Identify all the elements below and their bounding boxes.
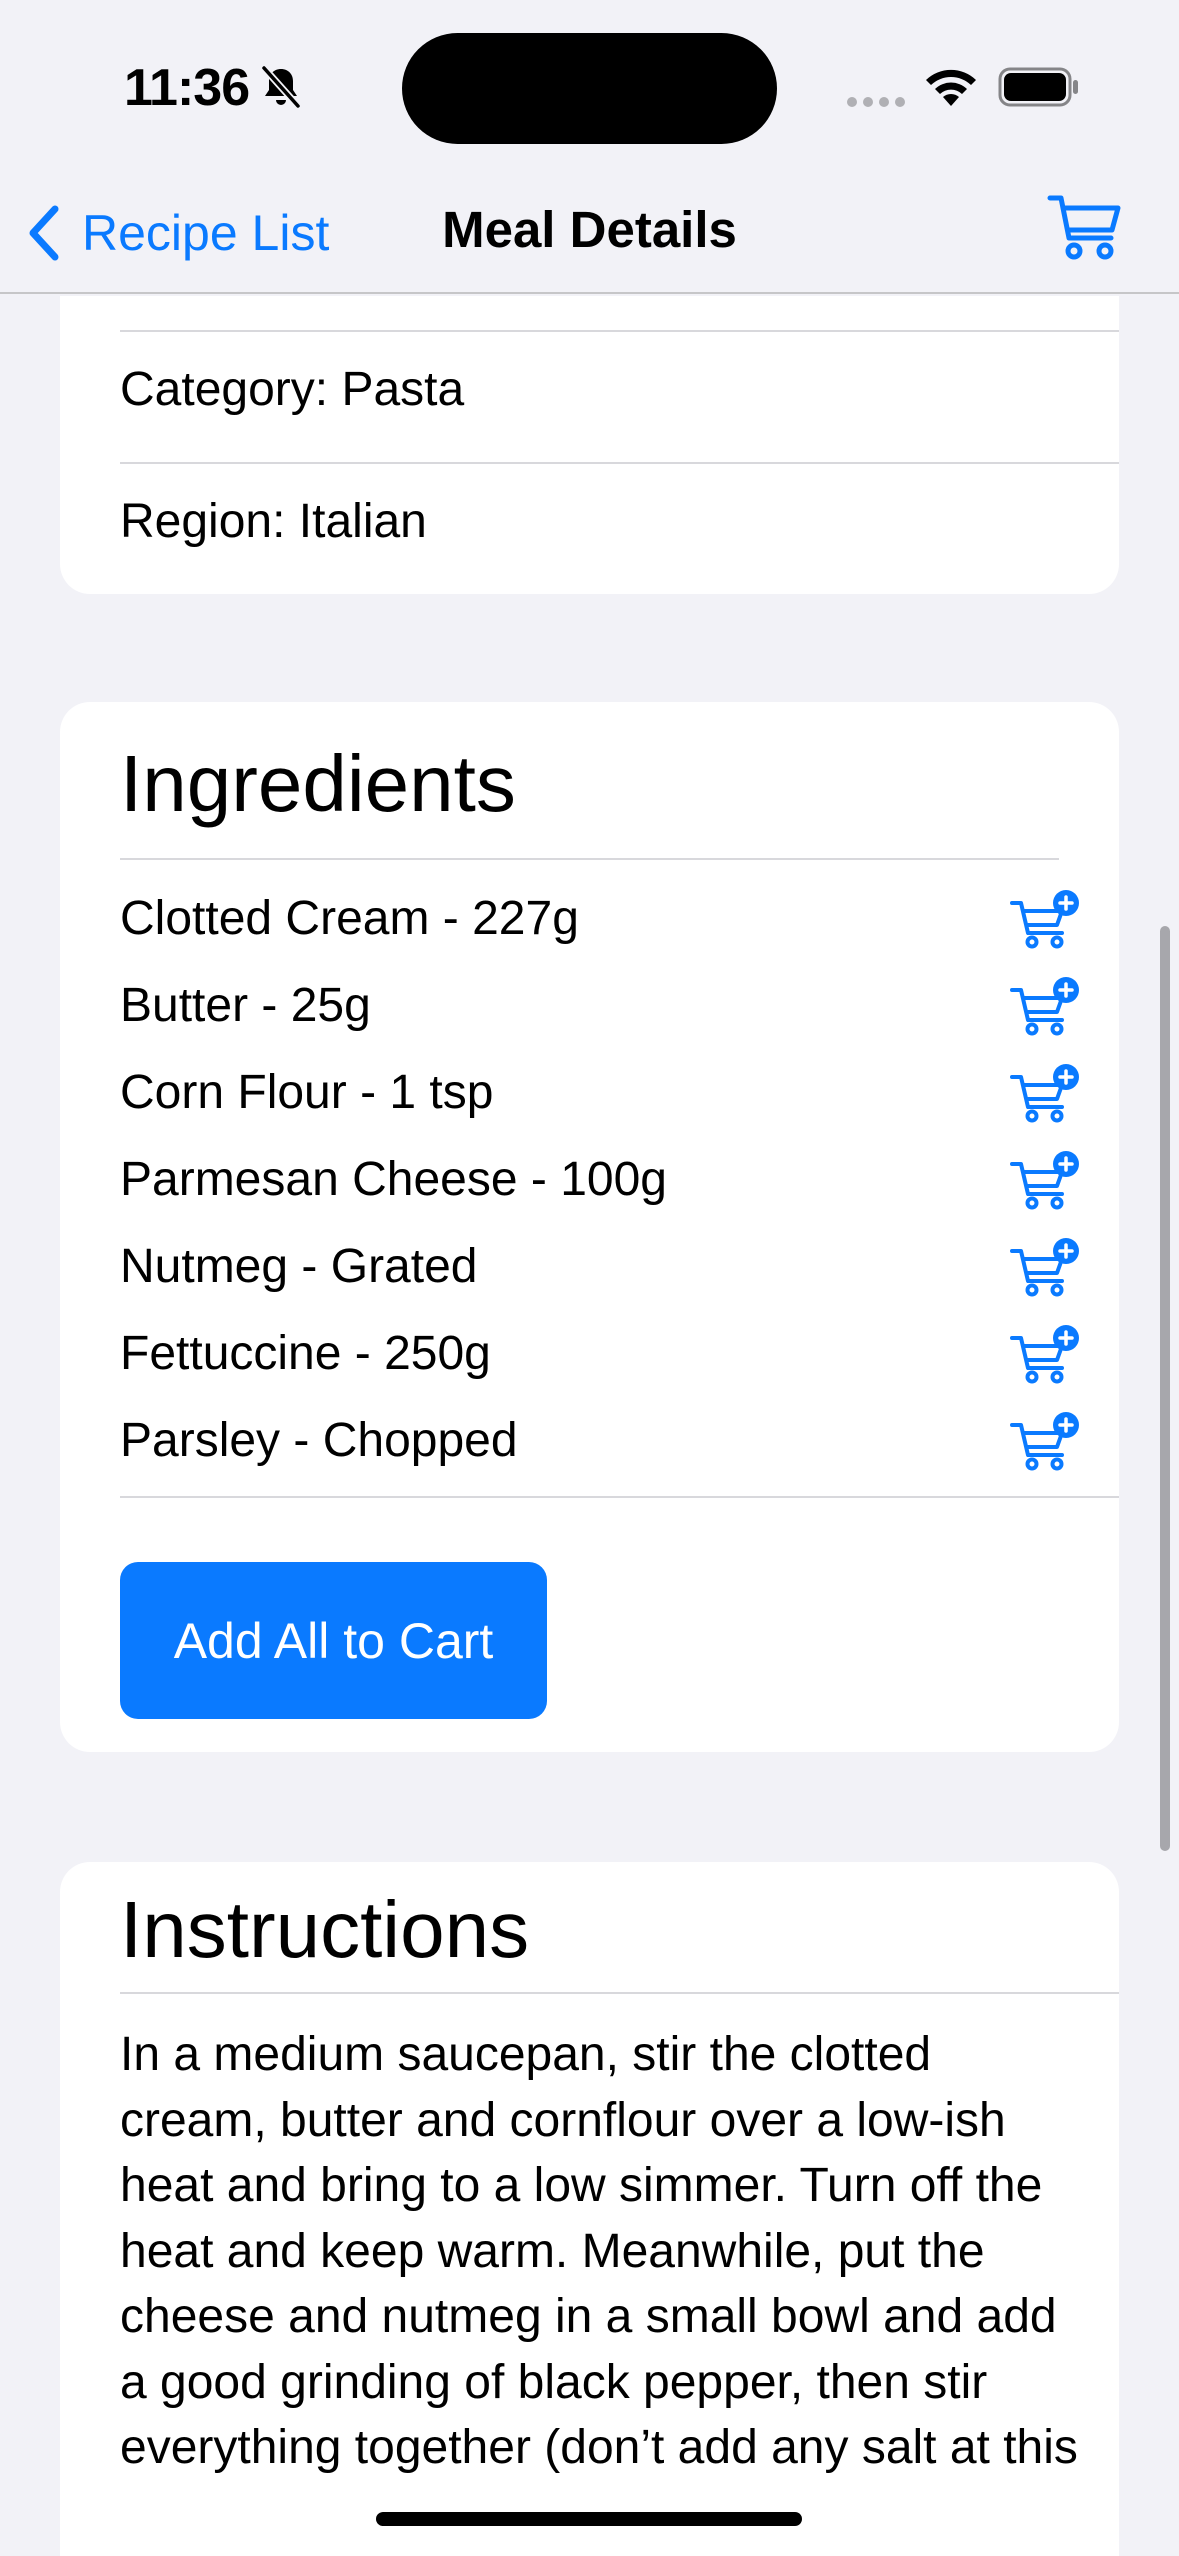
bell-slash-icon xyxy=(261,65,301,109)
screen: 11:36 Recipe List Meal Details Category:… xyxy=(0,0,1179,2556)
ingredient-row: Fettuccine - 250g xyxy=(120,1310,1080,1397)
separator xyxy=(120,330,1119,332)
navigation-bar: Recipe List Meal Details xyxy=(0,170,1179,294)
add-to-cart-icon[interactable] xyxy=(1010,976,1080,1036)
status-bar: 11:36 xyxy=(0,0,1179,170)
ingredient-row: Butter - 25g xyxy=(120,962,1080,1049)
ingredient-row: Nutmeg - Grated xyxy=(120,1223,1080,1310)
wifi-icon xyxy=(926,69,976,106)
separator xyxy=(120,1992,1119,1994)
add-to-cart-icon[interactable] xyxy=(1010,1063,1080,1123)
add-all-to-cart-button[interactable]: Add All to Cart xyxy=(120,1562,547,1719)
cellular-dots-icon xyxy=(847,97,905,107)
meal-info-card: Category: Pasta Region: Italian xyxy=(60,296,1119,594)
status-time: 11:36 xyxy=(124,59,250,117)
instructions-card: Instructions In a medium saucepan, stir … xyxy=(60,1862,1119,2556)
ingredients-title: Ingredients xyxy=(120,739,516,828)
ingredients-card: Ingredients Clotted Cream - 227g Butter -… xyxy=(60,702,1119,1752)
instructions-text: In a medium saucepan, stir the clotted c… xyxy=(120,2028,1078,2474)
home-indicator[interactable] xyxy=(376,2512,802,2526)
category-label: Category: Pasta xyxy=(120,363,465,416)
dynamic-island xyxy=(402,33,777,144)
ingredient-label: Fettuccine - 250g xyxy=(120,1327,491,1380)
ingredient-label: Parmesan Cheese - 100g xyxy=(120,1153,667,1206)
scroll-content[interactable]: Category: Pasta Region: Italian Ingredie… xyxy=(0,296,1179,2556)
ingredient-row: Corn Flour - 1 tsp xyxy=(120,1049,1080,1136)
ingredient-row: Parsley - Chopped xyxy=(120,1397,1080,1484)
separator xyxy=(120,858,1059,860)
region-label: Region: Italian xyxy=(120,495,427,548)
scroll-indicator[interactable] xyxy=(1160,926,1170,1851)
ingredient-label: Clotted Cream - 227g xyxy=(120,892,579,945)
nav-title: Meal Details xyxy=(442,201,737,258)
ingredient-label: Nutmeg - Grated xyxy=(120,1240,478,1293)
cart-icon[interactable] xyxy=(1047,192,1123,262)
separator xyxy=(120,462,1119,464)
separator xyxy=(120,1496,1119,1498)
ingredient-label: Butter - 25g xyxy=(120,979,371,1032)
add-to-cart-icon[interactable] xyxy=(1010,1324,1080,1384)
ingredient-row: Parmesan Cheese - 100g xyxy=(120,1136,1080,1223)
instructions-title: Instructions xyxy=(120,1885,530,1974)
add-to-cart-icon[interactable] xyxy=(1010,889,1080,949)
add-to-cart-icon[interactable] xyxy=(1010,1150,1080,1210)
ingredient-row: Clotted Cream - 227g xyxy=(120,875,1080,962)
add-to-cart-icon[interactable] xyxy=(1010,1411,1080,1471)
ingredient-label: Corn Flour - 1 tsp xyxy=(120,1066,494,1119)
battery-icon xyxy=(998,67,1078,107)
add-to-cart-icon[interactable] xyxy=(1010,1237,1080,1297)
ingredient-label: Parsley - Chopped xyxy=(120,1414,518,1467)
